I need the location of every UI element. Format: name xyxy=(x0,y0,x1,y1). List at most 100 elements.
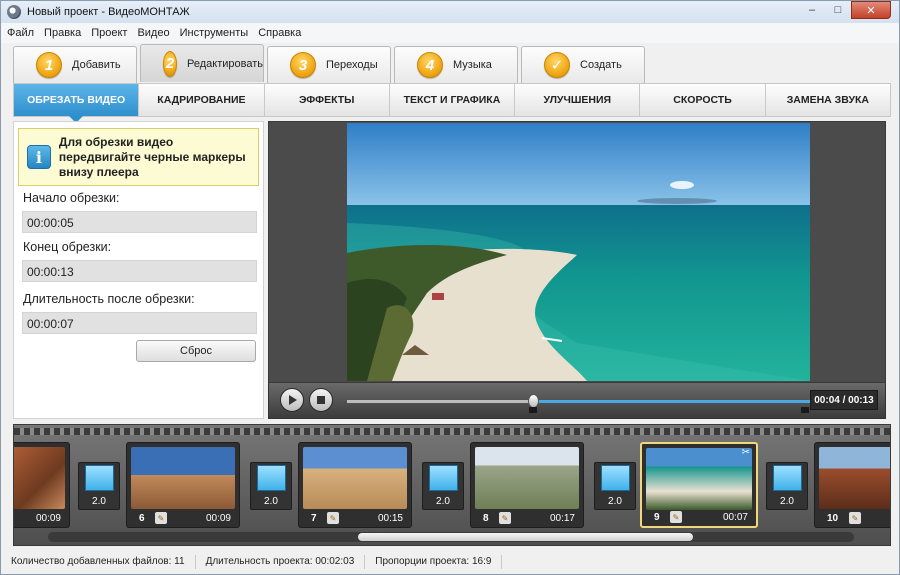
status-project-duration: Длительность проекта: 00:02:03 xyxy=(196,554,366,569)
transition-card[interactable]: 2.0 xyxy=(422,462,464,510)
window-title: Новый проект - ВидеоМОНТАЖ xyxy=(27,6,190,18)
menu-file[interactable]: Файл xyxy=(7,27,34,39)
transition-icon xyxy=(85,465,114,491)
transition-card[interactable]: 2.0 xyxy=(250,462,292,510)
step-number-icon: 2 xyxy=(163,50,177,77)
transition-duration: 2.0 xyxy=(780,496,794,507)
checkmark-icon: ✓ xyxy=(544,52,570,78)
info-box: i Для обрезки видео передвигайте черные … xyxy=(18,128,259,186)
step-music[interactable]: 4 Музыка xyxy=(394,46,518,83)
tools-icon[interactable]: ✂ xyxy=(742,447,750,458)
clip-number: 7 xyxy=(311,513,317,524)
menu-tools[interactable]: Инструменты xyxy=(180,27,249,39)
step-add[interactable]: 1 Добавить xyxy=(13,46,137,83)
stop-button[interactable] xyxy=(309,388,333,412)
play-icon xyxy=(289,395,297,405)
menu-bar: Файл Правка Проект Видео Инструменты Спр… xyxy=(1,23,899,43)
seek-bar[interactable] xyxy=(347,400,812,403)
tab-speed[interactable]: СКОРОСТЬ xyxy=(640,84,766,116)
trim-panel: i Для обрезки видео передвигайте черные … xyxy=(13,121,264,419)
seek-handle[interactable] xyxy=(528,394,539,408)
step-number-icon: 4 xyxy=(417,52,443,78)
clip-number: 9 xyxy=(654,512,660,523)
trim-start-label: Начало обрезки: xyxy=(23,191,120,205)
clip-number: 8 xyxy=(483,513,489,524)
clip-duration: 00:17 xyxy=(549,513,575,524)
scrollbar-thumb[interactable] xyxy=(358,533,693,541)
menu-project[interactable]: Проект xyxy=(91,27,127,39)
video-frame-image xyxy=(347,123,810,381)
close-button[interactable]: ✕ xyxy=(851,1,891,19)
trim-start-marker[interactable] xyxy=(529,407,537,413)
edit-tabs: ОБРЕЗАТЬ ВИДЕО КАДРИРОВАНИЕ ЭФФЕКТЫ ТЕКС… xyxy=(13,83,891,123)
clip-duration: 00:07 xyxy=(722,512,748,523)
clip-number: 10 xyxy=(827,513,839,524)
pencil-icon[interactable]: ✎ xyxy=(155,512,167,524)
pencil-icon[interactable]: ✎ xyxy=(327,512,339,524)
transition-card[interactable]: 2.0 xyxy=(78,462,120,510)
clip-thumbnail xyxy=(475,447,579,509)
info-text: Для обрезки видео передвигайте черные ма… xyxy=(58,134,246,179)
clip-number: 6 xyxy=(139,513,145,524)
minimize-button[interactable]: – xyxy=(799,1,825,19)
seek-progress xyxy=(532,400,812,403)
transition-card[interactable]: 2.0 xyxy=(594,462,636,510)
player-controls: 00:04 / 00:13 xyxy=(268,383,886,419)
step-label: Музыка xyxy=(453,59,492,71)
pencil-icon[interactable]: ✎ xyxy=(670,511,682,523)
step-number-icon: 1 xyxy=(36,52,62,78)
transition-card[interactable]: 2.0 xyxy=(766,462,808,510)
clip-thumbnail xyxy=(303,447,407,509)
transition-duration: 2.0 xyxy=(608,496,622,507)
clip-card[interactable]: 00:09 xyxy=(14,442,70,528)
clip-card[interactable]: 8 ✎ 00:17 xyxy=(470,442,584,528)
app-icon xyxy=(7,5,21,19)
trim-end-marker[interactable] xyxy=(801,407,809,413)
video-preview xyxy=(347,123,810,381)
clip-card[interactable]: 10 ✎ xyxy=(814,442,890,528)
transition-icon xyxy=(429,465,458,491)
tab-enhancements[interactable]: УЛУЧШЕНИЯ xyxy=(515,84,641,116)
clip-thumbnail xyxy=(819,447,890,509)
trim-end-field[interactable]: 00:00:13 xyxy=(22,260,257,282)
pencil-icon[interactable]: ✎ xyxy=(849,512,861,524)
tab-crop[interactable]: КАДРИРОВАНИЕ xyxy=(139,84,265,116)
maximize-button[interactable]: □ xyxy=(825,1,851,19)
step-number-icon: 3 xyxy=(290,52,316,78)
pencil-icon[interactable]: ✎ xyxy=(499,512,511,524)
play-button[interactable] xyxy=(280,388,304,412)
clip-card[interactable]: 7 ✎ 00:15 xyxy=(298,442,412,528)
title-bar: Новый проект - ВидеоМОНТАЖ – □ ✕ xyxy=(1,1,899,23)
menu-help[interactable]: Справка xyxy=(258,27,301,39)
reset-button[interactable]: Сброс xyxy=(136,340,256,362)
app-window: Новый проект - ВидеоМОНТАЖ – □ ✕ Файл Пр… xyxy=(0,0,900,575)
clip-card[interactable]: 6 ✎ 00:09 xyxy=(126,442,240,528)
status-bar: Количество добавленных файлов: 11 Длител… xyxy=(1,549,899,574)
tab-effects[interactable]: ЭФФЕКТЫ xyxy=(265,84,390,116)
step-label: Добавить xyxy=(72,59,121,71)
timeline-scrollbar[interactable] xyxy=(48,532,854,542)
tab-text-graphics[interactable]: ТЕКСТ И ГРАФИКА xyxy=(390,84,516,116)
step-label: Переходы xyxy=(326,59,378,71)
clip-duration: 00:09 xyxy=(35,513,61,524)
clip-thumbnail xyxy=(14,447,65,509)
trim-start-field[interactable]: 00:00:05 xyxy=(22,211,257,233)
step-edit[interactable]: 2 Редактировать xyxy=(140,44,264,82)
transition-duration: 2.0 xyxy=(436,496,450,507)
tab-replace-audio[interactable]: ЗАМЕНА ЗВУКА xyxy=(766,84,890,116)
transition-icon xyxy=(257,465,286,491)
transition-duration: 2.0 xyxy=(92,496,106,507)
step-transitions[interactable]: 3 Переходы xyxy=(267,46,391,83)
time-display: 00:04 / 00:13 xyxy=(810,390,878,410)
clip-duration: 00:15 xyxy=(377,513,403,524)
info-icon: i xyxy=(27,145,51,169)
clip-card-selected[interactable]: ✂ 9 ✎ 00:07 xyxy=(640,442,758,528)
status-aspect-ratio: Пропорции проекта: 16:9 xyxy=(365,554,503,569)
menu-edit[interactable]: Правка xyxy=(44,27,81,39)
clip-thumbnail xyxy=(131,447,235,509)
status-files-count: Количество добавленных файлов: 11 xyxy=(1,554,196,569)
tab-trim[interactable]: ОБРЕЗАТЬ ВИДЕО xyxy=(14,84,140,123)
step-create[interactable]: ✓ Создать xyxy=(521,46,645,83)
menu-video[interactable]: Видео xyxy=(137,27,169,39)
step-label: Редактировать xyxy=(187,57,263,70)
